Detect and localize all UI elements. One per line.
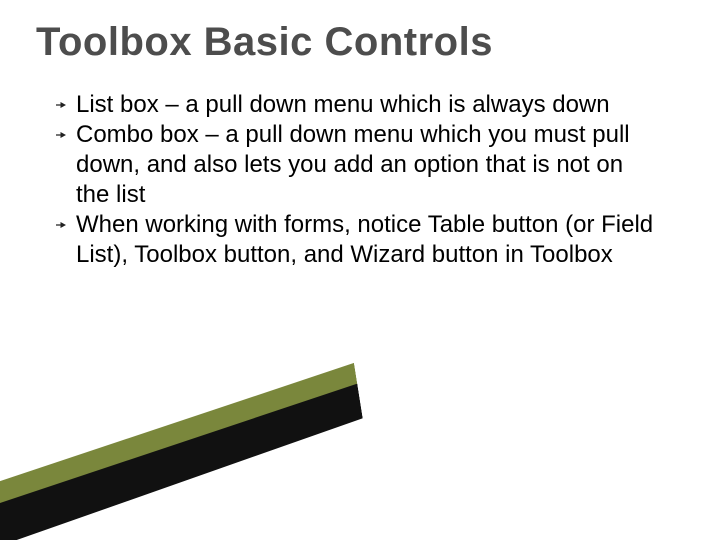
list-item: When working with forms, notice Table bu… [56, 210, 660, 270]
list-item: Combo box – a pull down menu which you m… [56, 120, 660, 210]
slide: Toolbox Basic Controls List box – a pull… [0, 0, 720, 540]
slide-title: Toolbox Basic Controls [36, 20, 684, 64]
bullet-list: List box – a pull down menu which is alw… [56, 90, 660, 270]
list-item: List box – a pull down menu which is alw… [56, 90, 660, 120]
